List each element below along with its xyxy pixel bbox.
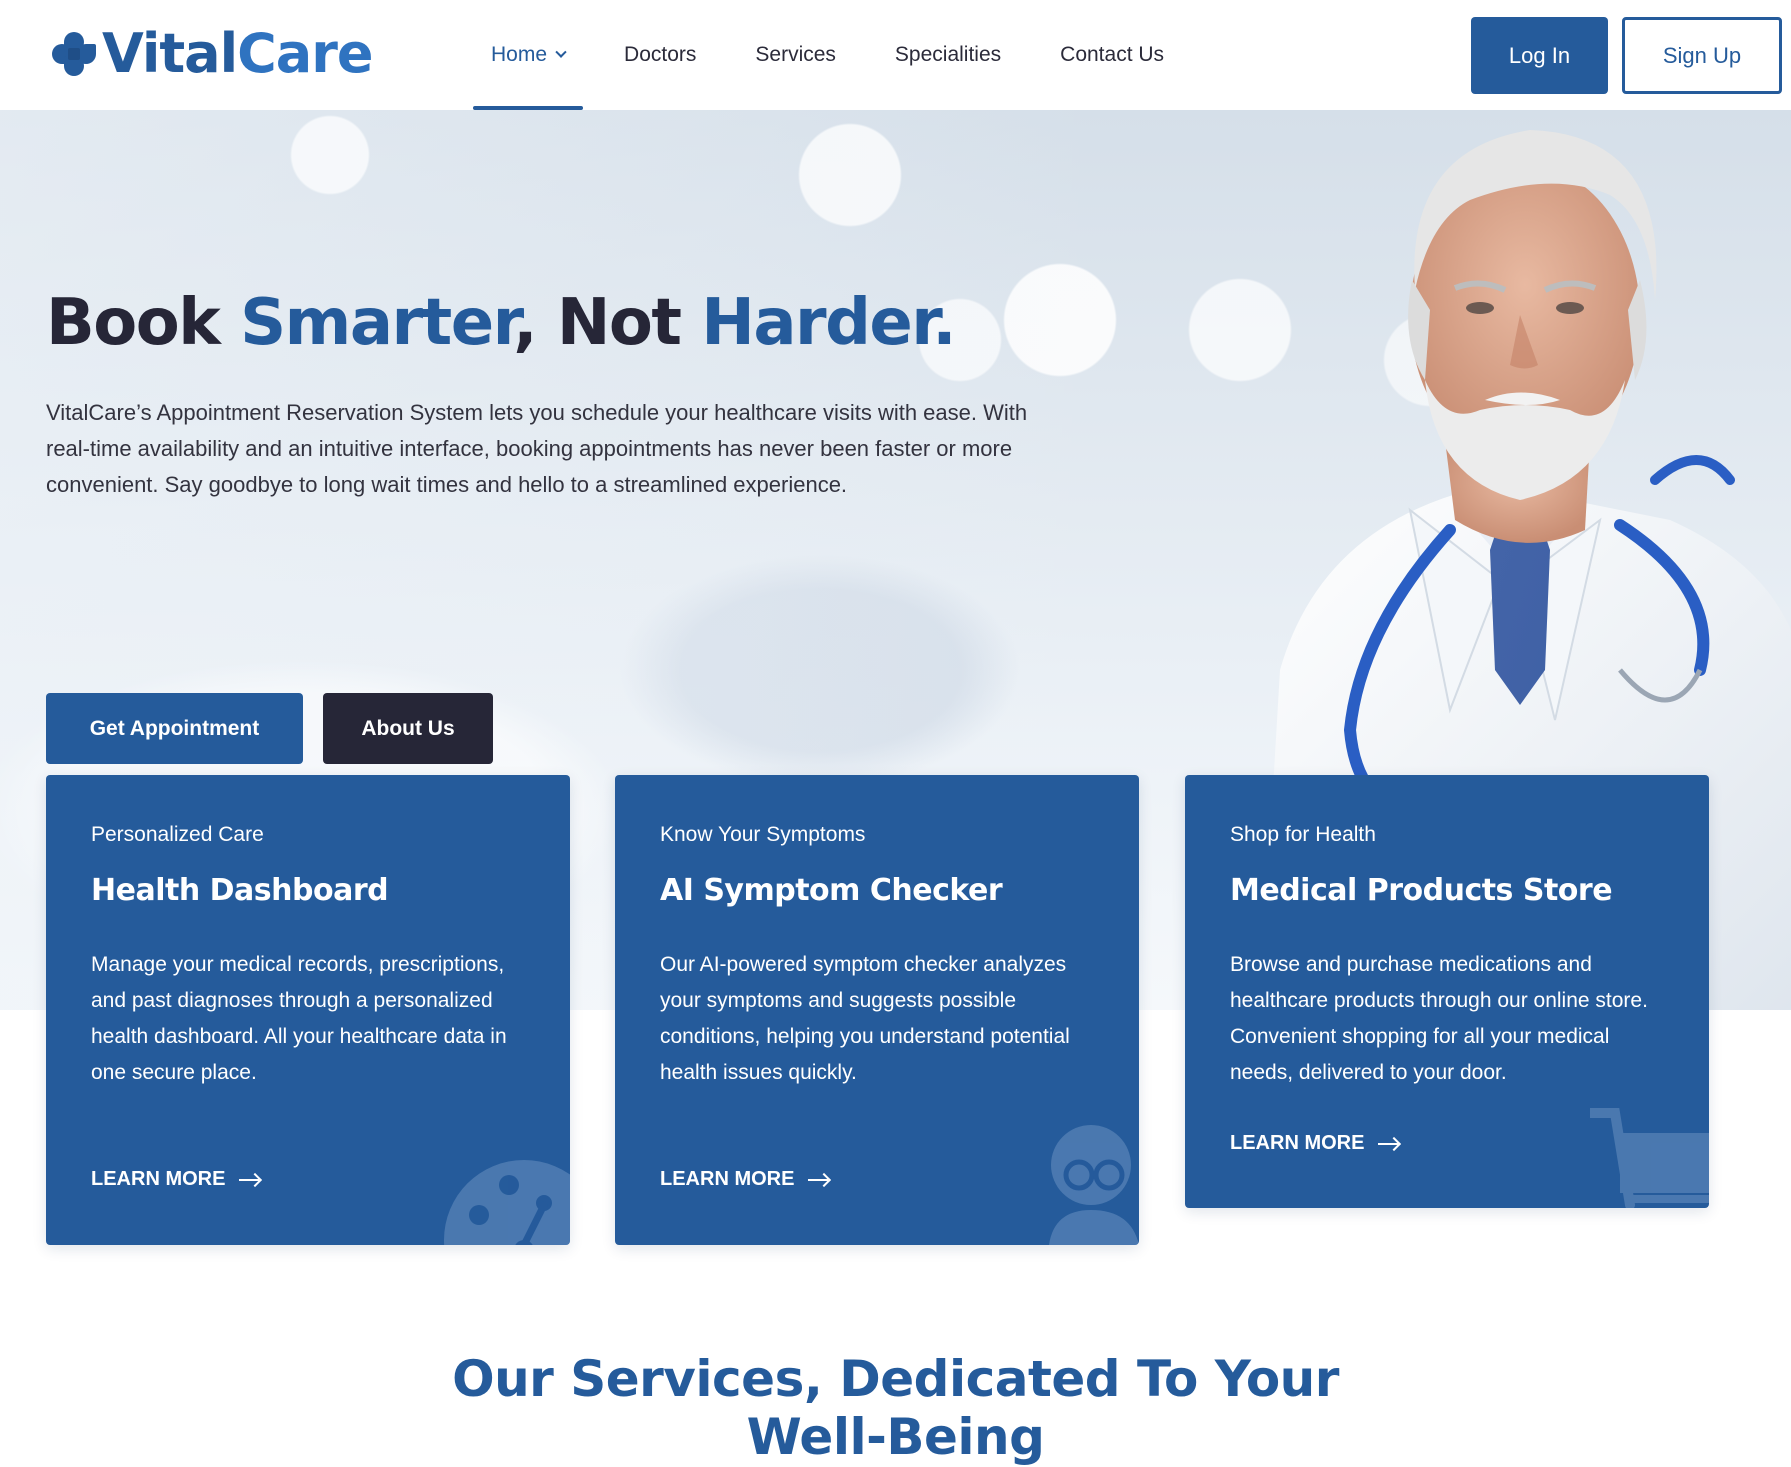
learn-more-link[interactable]: LEARN MORE [1230, 1132, 1399, 1155]
card-kicker: Personalized Care [91, 823, 264, 846]
about-us-button[interactable]: About Us [323, 693, 493, 764]
learn-more-label: LEARN MORE [1230, 1132, 1365, 1154]
shopping-cart-icon [1590, 1108, 1709, 1208]
card-description: Manage your medical records, prescriptio… [91, 953, 507, 1084]
hero-description: VitalCare’s Appointment Reservation Syst… [46, 400, 1028, 497]
learn-more-label: LEARN MORE [660, 1168, 795, 1190]
nav-item-doctors[interactable]: Doctors [606, 0, 714, 110]
card-description: Our AI-powered symptom checker analyzes … [660, 953, 1070, 1084]
nav-item-specialities[interactable]: Specialities [877, 0, 1019, 110]
feature-card-health-dashboard: Personalized Care Health Dashboard Manag… [46, 775, 570, 1245]
nav-item-label: Home [491, 43, 548, 66]
arrow-right-icon [239, 1178, 260, 1181]
card-description: Browse and purchase medications and heal… [1230, 953, 1648, 1084]
signup-button[interactable]: Sign Up [1622, 17, 1782, 94]
chevron-down-icon [555, 46, 567, 58]
learn-more-link[interactable]: LEARN MORE [91, 1168, 260, 1191]
feature-card-ai-symptom-checker: Know Your Symptoms AI Symptom Checker Ou… [615, 775, 1139, 1245]
services-section-title: Our Services, Dedicated To Your Well-Bei… [452, 1350, 1339, 1466]
nav-item-label: Contact Us [1060, 43, 1165, 66]
arrow-right-icon [808, 1178, 829, 1181]
clover-logo-icon [52, 32, 96, 76]
nav-item-services[interactable]: Services [737, 0, 854, 110]
hero-title: Book Smarter, Not Harder. [46, 286, 957, 360]
learn-more-link[interactable]: LEARN MORE [660, 1168, 829, 1191]
nav-item-label: Services [755, 43, 836, 66]
brand-name: VitalCare [102, 22, 373, 85]
brand-logo[interactable]: VitalCare [52, 22, 373, 85]
card-kicker: Shop for Health [1230, 823, 1376, 846]
nav-item-contact-us[interactable]: Contact Us [1042, 0, 1182, 110]
arrow-right-icon [1378, 1142, 1399, 1145]
site-header: VitalCare Home Doctors Services Speciali… [0, 0, 1791, 110]
login-button[interactable]: Log In [1471, 17, 1608, 94]
card-title: Medical Products Store [1230, 873, 1613, 908]
nav-item-home[interactable]: Home [473, 0, 584, 110]
doctor-avatar-icon [1049, 1125, 1139, 1245]
nav-item-label: Specialities [894, 43, 1002, 66]
main-nav: Home Doctors Services Specialities Conta… [473, 0, 1205, 110]
card-kicker: Know Your Symptoms [660, 823, 866, 846]
get-appointment-button[interactable]: Get Appointment [46, 693, 303, 764]
feature-card-medical-products-store: Shop for Health Medical Products Store B… [1185, 775, 1709, 1208]
dashboard-gauge-icon [444, 1160, 570, 1245]
card-title: Health Dashboard [91, 873, 389, 908]
learn-more-label: LEARN MORE [91, 1168, 226, 1190]
nav-item-label: Doctors [624, 43, 697, 66]
card-title: AI Symptom Checker [660, 873, 1003, 908]
